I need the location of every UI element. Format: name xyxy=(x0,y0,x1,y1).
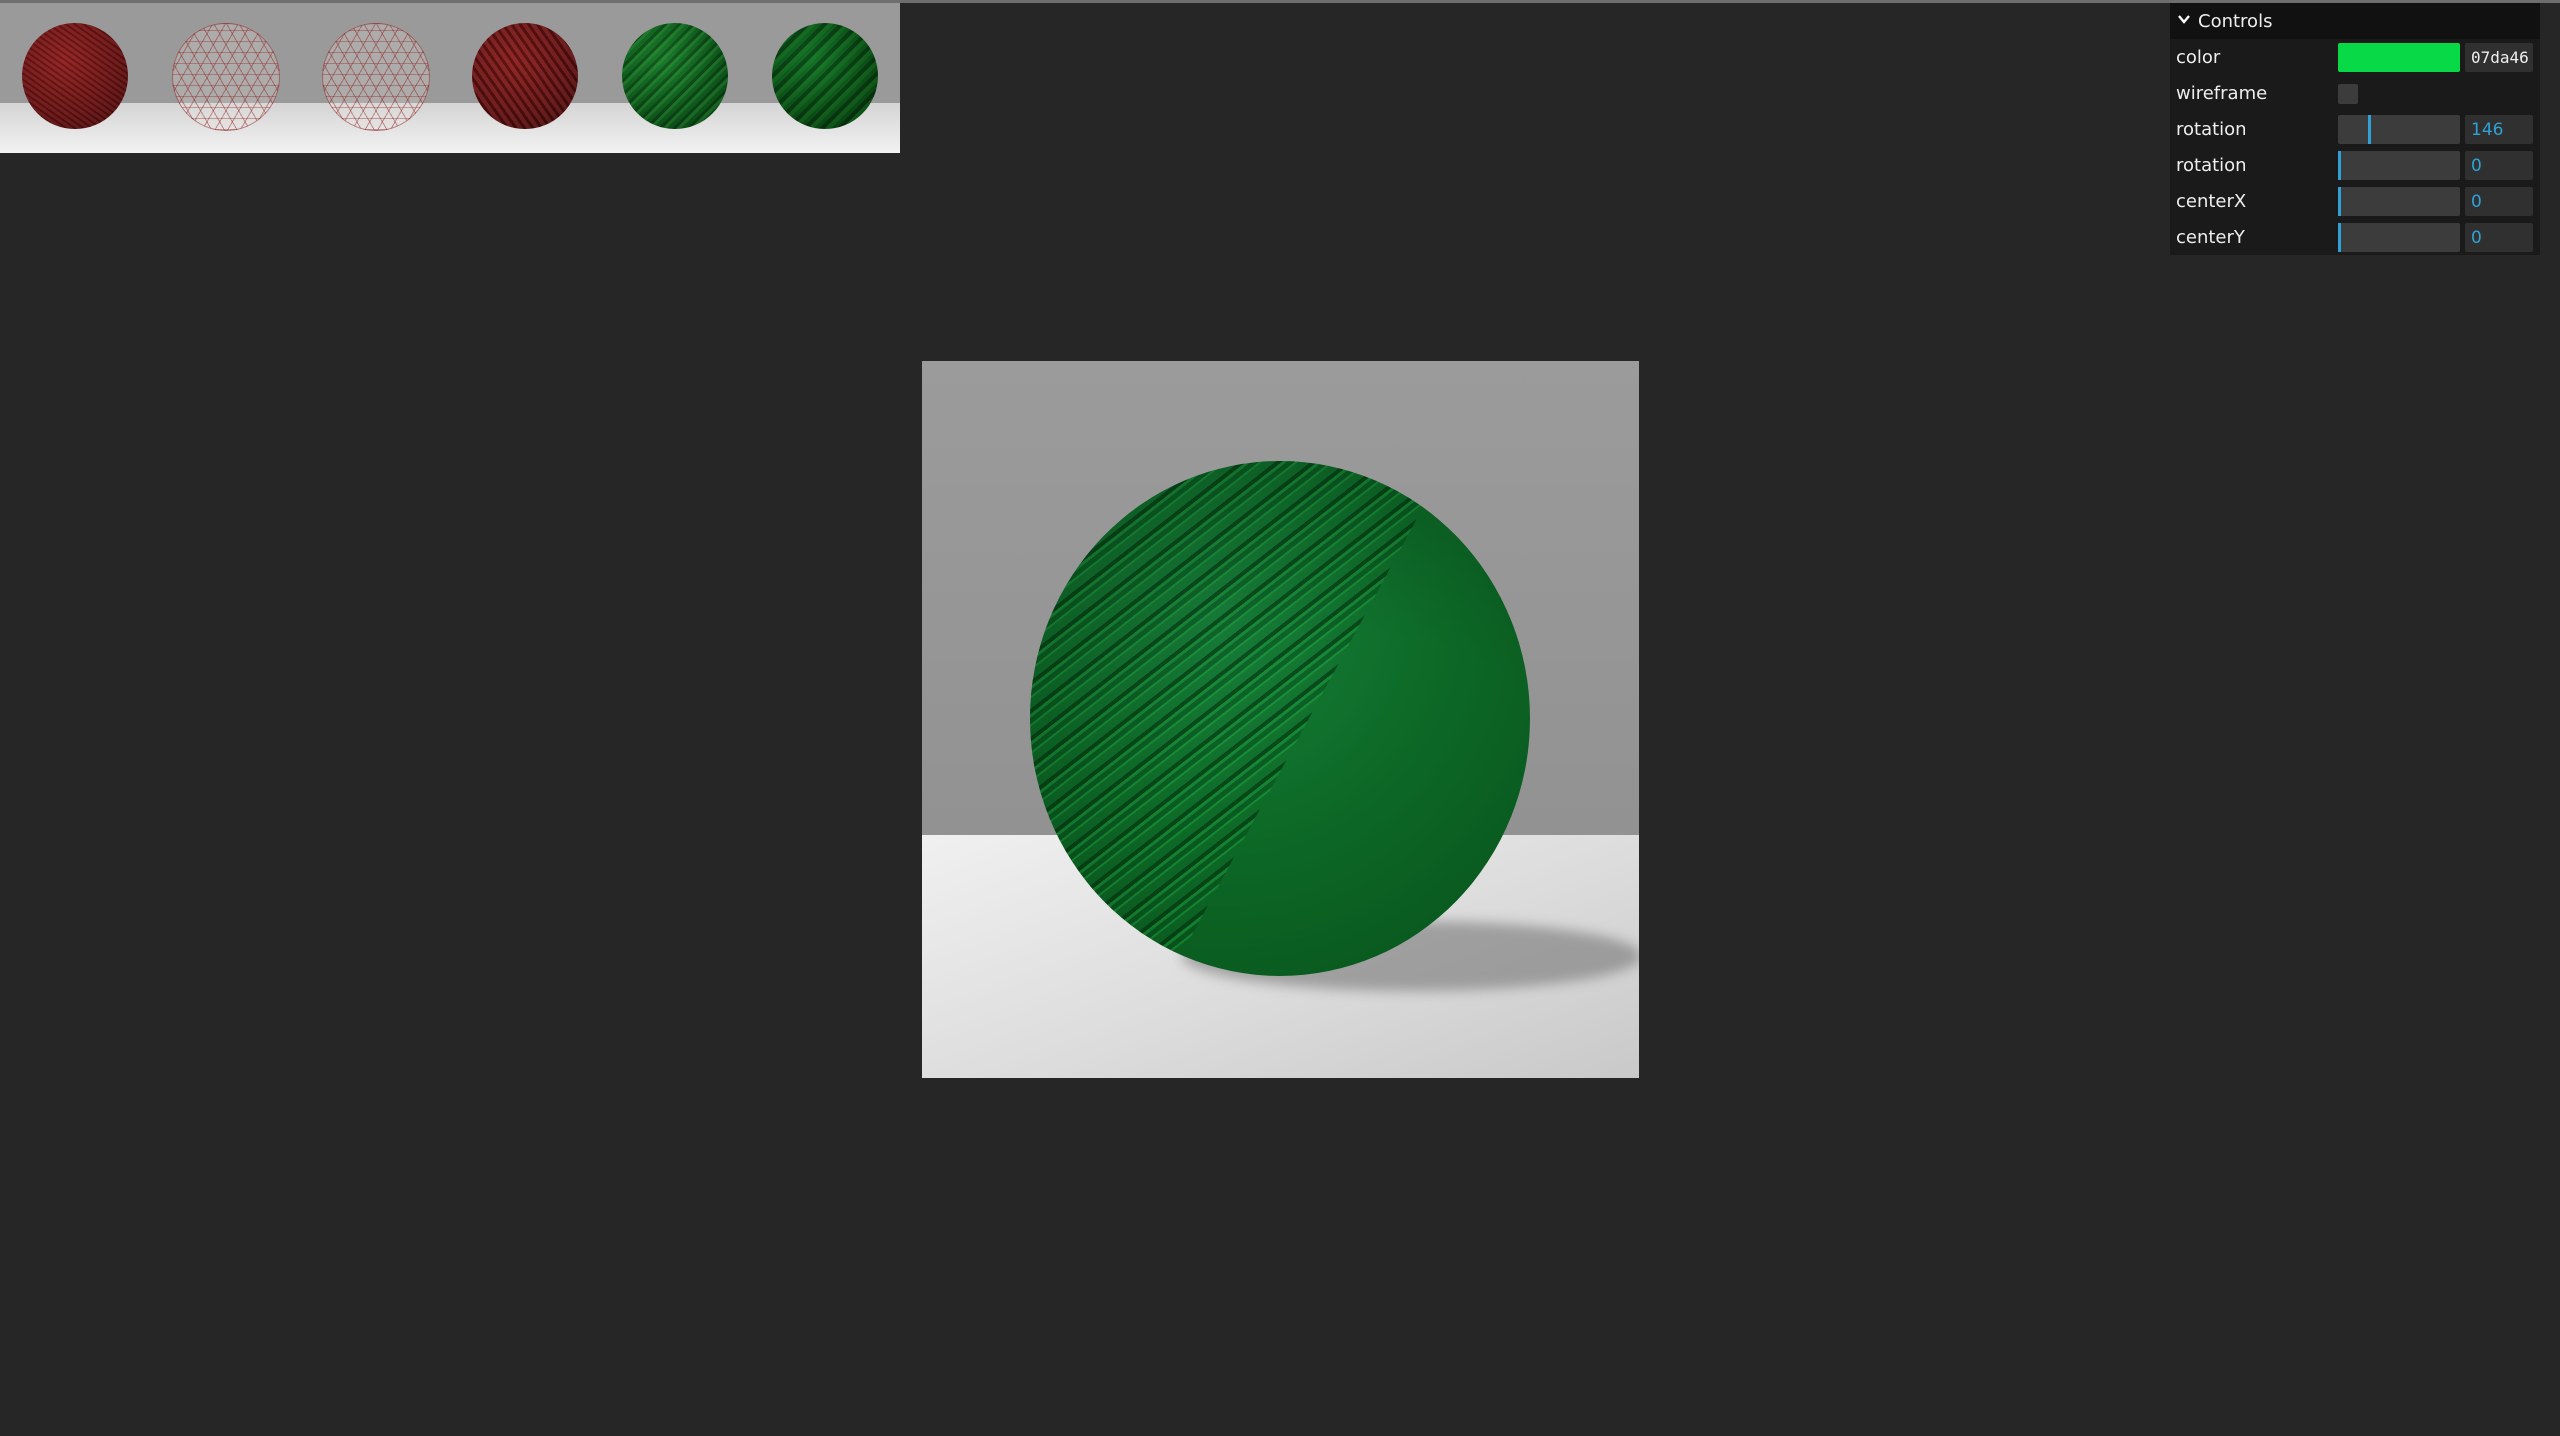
rotation-slider[interactable] xyxy=(2338,115,2460,144)
centerx-value-input[interactable]: 0 xyxy=(2465,187,2533,216)
centery-slider[interactable] xyxy=(2338,223,2460,252)
rotation-2-control: rotation 0 xyxy=(2170,147,2540,183)
centerx-slider[interactable] xyxy=(2338,187,2460,216)
sphere-preview xyxy=(472,23,578,129)
thumbnail-green-sphere[interactable] xyxy=(600,3,750,153)
wireframe-control: wireframe xyxy=(2170,75,2540,111)
textured-sphere xyxy=(1030,461,1530,976)
wireframe-checkbox[interactable] xyxy=(2338,84,2358,104)
thumbnail-red-sphere[interactable] xyxy=(0,3,150,153)
slider-handle[interactable] xyxy=(2338,151,2341,180)
color-control: color 07da46 xyxy=(2170,39,2540,75)
slider-handle[interactable] xyxy=(2338,223,2341,252)
centerx-label: centerX xyxy=(2176,190,2247,212)
rotation-2-slider[interactable] xyxy=(2338,151,2460,180)
controls-panel: Controls color 07da46 wireframe rotation… xyxy=(2170,3,2540,255)
slider-handle[interactable] xyxy=(2368,115,2371,144)
color-hex-input[interactable]: 07da46 xyxy=(2465,43,2533,72)
thumbnail-strip xyxy=(0,3,900,153)
chevron-down-icon xyxy=(2178,15,2190,24)
controls-title: Controls xyxy=(2198,10,2273,32)
controls-header[interactable]: Controls xyxy=(2170,3,2540,39)
centery-value-input[interactable]: 0 xyxy=(2465,223,2533,252)
color-label: color xyxy=(2176,46,2221,68)
rotation-control: rotation 146 xyxy=(2170,111,2540,147)
sphere-preview xyxy=(622,23,728,129)
rotation-label: rotation xyxy=(2176,118,2247,140)
sphere-preview xyxy=(322,23,430,131)
slider-handle[interactable] xyxy=(2338,187,2341,216)
wireframe-label: wireframe xyxy=(2176,82,2268,104)
sphere-preview xyxy=(22,23,128,129)
thumbnail-red-striped-sphere[interactable] xyxy=(450,3,600,153)
rotation-2-label: rotation xyxy=(2176,154,2247,176)
thumbnail-wireframe-sphere-2[interactable] xyxy=(300,3,450,153)
3d-viewport[interactable] xyxy=(922,361,1639,1078)
color-swatch[interactable] xyxy=(2338,43,2460,72)
sphere-preview xyxy=(172,23,280,131)
rotation-2-value-input[interactable]: 0 xyxy=(2465,151,2533,180)
centery-label: centerY xyxy=(2176,226,2245,248)
centerx-control: centerX 0 xyxy=(2170,183,2540,219)
thumbnail-green-dark-sphere[interactable] xyxy=(750,3,900,153)
rotation-value-input[interactable]: 146 xyxy=(2465,115,2533,144)
centery-control: centerY 0 xyxy=(2170,219,2540,255)
thumbnail-wireframe-sphere[interactable] xyxy=(150,3,300,153)
sphere-preview xyxy=(772,23,878,129)
